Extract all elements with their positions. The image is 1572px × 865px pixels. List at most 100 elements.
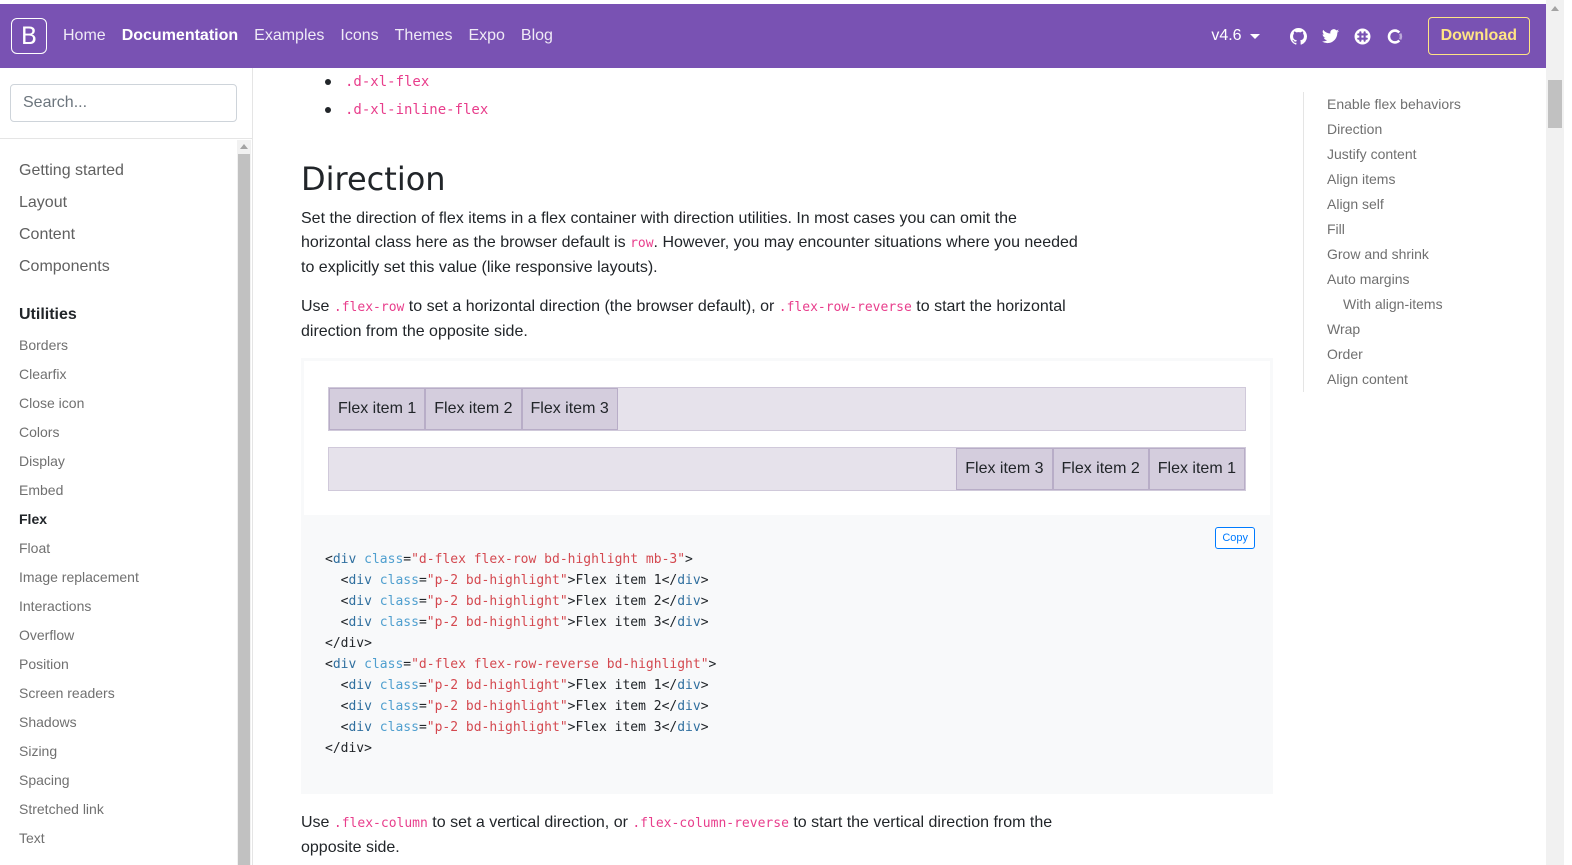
table-of-contents: Enable flex behaviors Direction Justify … (1303, 92, 1461, 392)
window-edge (1564, 0, 1572, 865)
chevron-down-icon (1249, 33, 1260, 39)
toc-grow-and-shrink[interactable]: Grow and shrink (1327, 242, 1461, 267)
sidebar-group-components[interactable]: Components (19, 256, 139, 288)
class-list: .d-xl-flex .d-xl-inline-flex (301, 68, 488, 124)
slack-icon[interactable] (1354, 27, 1372, 45)
code-line: <div class="p-2 bd-highlight">Flex item … (340, 699, 709, 714)
toc-fill[interactable]: Fill (1327, 217, 1461, 242)
nav-documentation[interactable]: Documentation (114, 27, 246, 45)
version-label: v4.6 (1211, 27, 1242, 44)
flex-item: Flex item 3 (956, 448, 1053, 490)
scroll-up-arrow-icon[interactable] (1551, 6, 1559, 11)
sidebar-group-content[interactable]: Content (19, 224, 139, 256)
search-wrapper (0, 68, 252, 139)
example-preview: Flex item 1 Flex item 2 Flex item 3 Flex… (301, 358, 1273, 515)
flex-item: Flex item 2 (1052, 448, 1149, 490)
flex-row-reverse-demo: Flex item 3 Flex item 2 Flex item 1 (328, 447, 1246, 491)
list-item: .d-xl-flex (301, 68, 488, 96)
toc-with-align-items[interactable]: With align-items (1327, 292, 1461, 317)
download-button[interactable]: Download (1427, 17, 1530, 55)
sidebar-item-embed[interactable]: Embed (19, 481, 139, 510)
sidebar-scroll-thumb[interactable] (238, 154, 250, 865)
sidebar-item-text[interactable]: Text (19, 829, 139, 858)
code-line: <div class="d-flex flex-row-reverse bd-h… (325, 657, 717, 672)
bootstrap-logo[interactable]: B (11, 18, 47, 54)
bullet-icon (325, 107, 331, 113)
sidebar-group-getting-started[interactable]: Getting started (19, 160, 139, 192)
sidebar-item-stretched-link[interactable]: Stretched link (19, 800, 139, 829)
scroll-up-arrow-icon[interactable] (240, 144, 248, 149)
section-heading-direction: Direction (301, 160, 446, 198)
sidebar-group-layout[interactable]: Layout (19, 192, 139, 224)
nav-home[interactable]: Home (55, 27, 114, 45)
inline-code: .flex-row (333, 300, 405, 315)
sidebar-group-utilities[interactable]: Utilities (19, 304, 139, 336)
sidebar-item-image-replacement[interactable]: Image replacement (19, 568, 139, 597)
sidebar-item-borders[interactable]: Borders (19, 336, 139, 365)
sidebar-nav: Getting started Layout Content Component… (19, 160, 139, 858)
flex-column-description: Use .flex-column to set a vertical direc… (301, 811, 1081, 860)
inline-code: .flex-column-reverse (632, 816, 789, 831)
inline-code: .flex-column (333, 816, 428, 831)
toc-direction[interactable]: Direction (1327, 117, 1461, 142)
sidebar-item-spacing[interactable]: Spacing (19, 771, 139, 800)
sidebar-item-shadows[interactable]: Shadows (19, 713, 139, 742)
text-segment: Use (301, 814, 334, 831)
toc-wrap[interactable]: Wrap (1327, 317, 1461, 342)
inline-code: row (630, 236, 654, 251)
toc-align-content[interactable]: Align content (1327, 367, 1461, 392)
bullet-icon (325, 79, 331, 85)
list-item-code: .d-xl-flex (345, 74, 430, 90)
sidebar-item-display[interactable]: Display (19, 452, 139, 481)
sidebar-item-float[interactable]: Float (19, 539, 139, 568)
sidebar-scrollbar[interactable] (237, 140, 251, 865)
nav-blog[interactable]: Blog (513, 27, 561, 45)
copy-button[interactable]: Copy (1215, 527, 1255, 549)
flex-item: Flex item 1 (1148, 448, 1245, 490)
toc-justify-content[interactable]: Justify content (1327, 142, 1461, 167)
toc-align-self[interactable]: Align self (1327, 192, 1461, 217)
code-line: </div> (325, 741, 372, 756)
code-line: </div> (325, 636, 372, 651)
flex-row-demo: Flex item 1 Flex item 2 Flex item 3 (328, 387, 1246, 431)
sidebar-item-sizing[interactable]: Sizing (19, 742, 139, 771)
top-navbar: B Home Documentation Examples Icons Them… (0, 4, 1546, 68)
flex-item: Flex item 1 (329, 388, 426, 430)
sidebar-item-interactions[interactable]: Interactions (19, 597, 139, 626)
nav-examples[interactable]: Examples (246, 27, 332, 45)
nav-themes[interactable]: Themes (387, 27, 461, 45)
nav-expo[interactable]: Expo (460, 27, 512, 45)
search-input[interactable] (10, 84, 237, 122)
toc-enable-flex-behaviors[interactable]: Enable flex behaviors (1327, 92, 1461, 117)
version-dropdown[interactable]: v4.6 (1211, 27, 1260, 45)
flex-row-description: Use .flex-row to set a horizontal direct… (301, 295, 1081, 344)
code-line: <div class="p-2 bd-highlight">Flex item … (340, 720, 709, 735)
toc-align-items[interactable]: Align items (1327, 167, 1461, 192)
toc-order[interactable]: Order (1327, 342, 1461, 367)
page-scroll-thumb[interactable] (1548, 80, 1562, 128)
code-lines: <div class="d-flex flex-row bd-highlight… (325, 549, 716, 759)
docs-sidebar: Getting started Layout Content Component… (0, 68, 253, 865)
github-icon[interactable] (1290, 27, 1308, 45)
page-scrollbar[interactable] (1546, 0, 1564, 865)
code-line: <div class="p-2 bd-highlight">Flex item … (340, 573, 709, 588)
text-segment: Use (301, 298, 334, 315)
sidebar-item-flex[interactable]: Flex (19, 510, 139, 539)
code-line: <div class="p-2 bd-highlight">Flex item … (340, 594, 709, 609)
code-line: <div class="d-flex flex-row bd-highlight… (325, 552, 693, 567)
toc-auto-margins[interactable]: Auto margins (1327, 267, 1461, 292)
nav-links: Home Documentation Examples Icons Themes… (55, 27, 561, 45)
twitter-icon[interactable] (1322, 27, 1340, 45)
sidebar-item-position[interactable]: Position (19, 655, 139, 684)
nav-right: v4.6 Download (1211, 4, 1530, 68)
sidebar-item-colors[interactable]: Colors (19, 423, 139, 452)
sidebar-item-overflow[interactable]: Overflow (19, 626, 139, 655)
direction-description: Set the direction of flex items in a fle… (301, 207, 1081, 280)
list-item-code: .d-xl-inline-flex (345, 102, 489, 118)
sidebar-item-clearfix[interactable]: Clearfix (19, 365, 139, 394)
flex-item: Flex item 3 (521, 388, 618, 430)
sidebar-item-screen-readers[interactable]: Screen readers (19, 684, 139, 713)
opencollective-icon[interactable] (1386, 27, 1404, 45)
nav-icons[interactable]: Icons (332, 27, 386, 45)
sidebar-item-close-icon[interactable]: Close icon (19, 394, 139, 423)
